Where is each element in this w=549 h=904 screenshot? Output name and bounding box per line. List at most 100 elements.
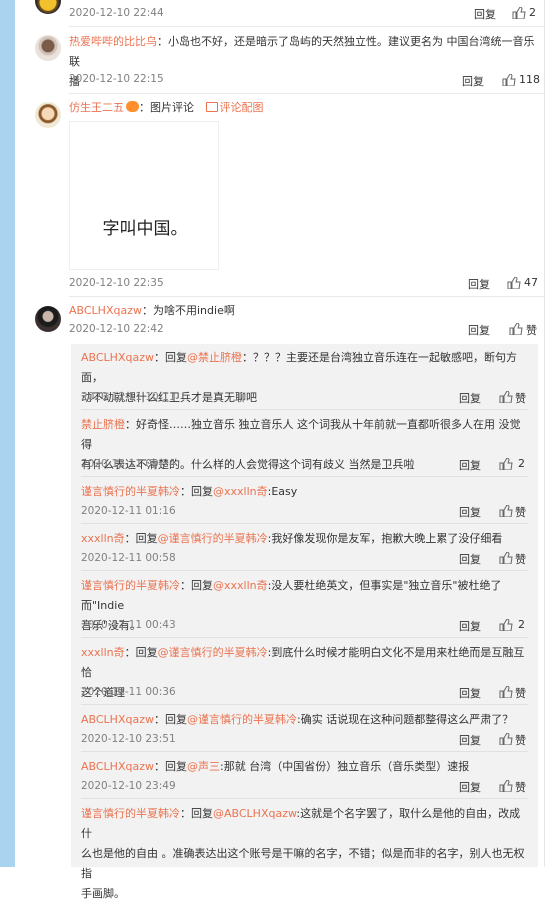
- thumbs-up-icon[interactable]: [499, 780, 513, 792]
- username[interactable]: ABCLHXqazw: [81, 713, 154, 726]
- reply-timestamp: 2020-12-10 23:51: [81, 733, 176, 745]
- thumbs-up-icon[interactable]: [499, 552, 513, 564]
- thumbs-up-icon[interactable]: [499, 458, 513, 470]
- like-count[interactable]: 2: [518, 457, 525, 470]
- avatar[interactable]: [35, 35, 61, 61]
- reply-body: ABCLHXqazw：回复@谨言慎行的半夏韩冷:确实 话说现在这种问题都整得这么…: [81, 710, 526, 730]
- reply-button[interactable]: 回复: [459, 457, 481, 473]
- like-count[interactable]: 118: [519, 73, 540, 86]
- thumbs-up-icon[interactable]: [512, 7, 526, 19]
- username[interactable]: xxxlln奇: [81, 646, 125, 659]
- reply-button[interactable]: 回复: [468, 322, 490, 338]
- comment-image-text: 字叫中国。: [102, 219, 188, 239]
- right-border: [544, 0, 545, 867]
- mention-link[interactable]: @谨言慎行的半夏韩冷: [158, 532, 268, 545]
- username[interactable]: 谨言慎行的半夏韩冷: [81, 485, 180, 498]
- comment-timestamp: 2020-12-10 22:15: [69, 73, 164, 85]
- reply-button[interactable]: 回复: [474, 6, 496, 22]
- comment-timestamp: 2020-12-10 22:44: [69, 7, 164, 19]
- username[interactable]: ABCLHXqazw: [69, 304, 142, 317]
- thumbs-up-icon[interactable]: [509, 323, 523, 335]
- divider: [81, 637, 528, 638]
- username[interactable]: 谨言慎行的半夏韩冷: [81, 807, 180, 820]
- reply-timestamp: 2020-12-11 00:36: [81, 686, 176, 698]
- avatar[interactable]: [35, 102, 61, 128]
- reply-text: ：好奇怪……独立音乐 独立音乐人 这个词我从十年前就一直都听很多人在用 没觉得: [81, 418, 521, 451]
- mention-link[interactable]: @声三: [187, 760, 220, 773]
- thumbs-up-icon[interactable]: [499, 686, 513, 698]
- comment-body: ABCLHXqazw：为啥不用indie啊: [69, 301, 539, 321]
- like-count[interactable]: 2: [518, 618, 525, 631]
- username[interactable]: ABCLHXqazw: [81, 760, 154, 773]
- avatar[interactable]: [35, 0, 61, 14]
- comment-timestamp: 2020-12-10 22:42: [69, 323, 164, 335]
- divider: [81, 409, 528, 410]
- divider: [81, 798, 528, 799]
- comment-text: ：图片评论: [139, 101, 194, 114]
- avatar[interactable]: [35, 306, 61, 332]
- reply-text: :Easy: [267, 485, 298, 498]
- image-comment-link[interactable]: 评论配图: [205, 101, 264, 114]
- like-count[interactable]: 赞: [515, 779, 526, 795]
- username[interactable]: 仿生王二五: [69, 101, 124, 114]
- like-count[interactable]: 赞: [515, 732, 526, 748]
- reply-body: 谨言慎行的半夏韩冷：回复@ABCLHXqazw:这就是个名字罢了，取什么是他的自…: [81, 804, 526, 904]
- reply-button[interactable]: 回复: [459, 779, 481, 795]
- reply-timestamp: 2020-12-11 10:11: [81, 391, 176, 403]
- thumbs-up-icon[interactable]: [499, 391, 513, 403]
- like-count[interactable]: 2: [529, 6, 536, 19]
- divider: [81, 751, 528, 752]
- reply-prefix: ：回复: [154, 351, 187, 364]
- reply-text: :我好像发现你是友军，抱歉大晚上累了没仔细看: [267, 532, 503, 545]
- thumbs-up-icon[interactable]: [499, 619, 513, 631]
- like-count[interactable]: 赞: [515, 551, 526, 567]
- reply-button[interactable]: 回复: [459, 551, 481, 567]
- reply-button[interactable]: 回复: [459, 504, 481, 520]
- comment-feed: 2020-12-10 22:44 回复 2 热爱哔哔的比比乌：小岛也不好，还是暗…: [15, 0, 544, 900]
- reply-button[interactable]: 回复: [462, 73, 484, 89]
- divider: [81, 570, 528, 571]
- mention-link[interactable]: @xxxlln奇: [213, 485, 268, 498]
- like-count[interactable]: 47: [524, 276, 538, 289]
- mention-link[interactable]: @禁止脐橙: [187, 351, 242, 364]
- divider: [69, 93, 544, 94]
- divider: [81, 523, 528, 524]
- vip-badge-icon: [126, 101, 139, 112]
- thumbs-up-icon[interactable]: [502, 74, 516, 86]
- like-count[interactable]: 赞: [515, 390, 526, 406]
- thumbs-up-icon[interactable]: [507, 277, 521, 289]
- comment-body: 仿生王二五 ：图片评论 评论配图: [69, 98, 539, 118]
- reply-prefix: ：回复: [180, 579, 213, 592]
- mention-link[interactable]: @谨言慎行的半夏韩冷: [158, 646, 268, 659]
- username[interactable]: ABCLHXqazw: [81, 351, 154, 364]
- reply-button[interactable]: 回复: [459, 732, 481, 748]
- like-count[interactable]: 赞: [526, 322, 537, 338]
- like-count[interactable]: 赞: [515, 504, 526, 520]
- reply-timestamp: 2020-12-11 01:16: [81, 505, 176, 517]
- reply-button[interactable]: 回复: [459, 618, 481, 634]
- reply-button[interactable]: 回复: [468, 276, 490, 292]
- comment-image[interactable]: 字叫中国。: [69, 121, 219, 270]
- username[interactable]: 热爱哔哔的比比乌: [69, 35, 157, 48]
- left-scroll-strip: [0, 0, 15, 867]
- thumbs-up-icon[interactable]: [499, 505, 513, 517]
- divider: [69, 296, 544, 297]
- thumbs-up-icon[interactable]: [499, 733, 513, 745]
- reply-button[interactable]: 回复: [459, 685, 481, 701]
- mention-link[interactable]: @xxxlln奇: [213, 579, 268, 592]
- username[interactable]: 禁止脐橙: [81, 418, 125, 431]
- reply-prefix: ：回复: [154, 760, 187, 773]
- divider: [81, 704, 528, 705]
- reply-thread: ABCLHXqazw：回复@禁止脐橙：？？？主要还是台湾独立音乐连在一起敏感吧，…: [71, 344, 538, 900]
- reply-body: xxxlln奇：回复@谨言慎行的半夏韩冷:我好像发现你是友军，抱歉大晚上累了没仔…: [81, 529, 526, 549]
- reply-button[interactable]: 回复: [459, 390, 481, 406]
- comment-timestamp: 2020-12-10 22:35: [69, 277, 164, 289]
- username[interactable]: xxxlln奇: [81, 532, 125, 545]
- mention-link[interactable]: @谨言慎行的半夏韩冷: [187, 713, 297, 726]
- like-count[interactable]: 赞: [515, 685, 526, 701]
- reply-prefix: ：回复: [154, 713, 187, 726]
- username[interactable]: 谨言慎行的半夏韩冷: [81, 579, 180, 592]
- reply-prefix: ：回复: [124, 646, 158, 659]
- reply-prefix: ：回复: [180, 807, 213, 820]
- mention-link[interactable]: @ABCLHXqazw: [213, 807, 296, 820]
